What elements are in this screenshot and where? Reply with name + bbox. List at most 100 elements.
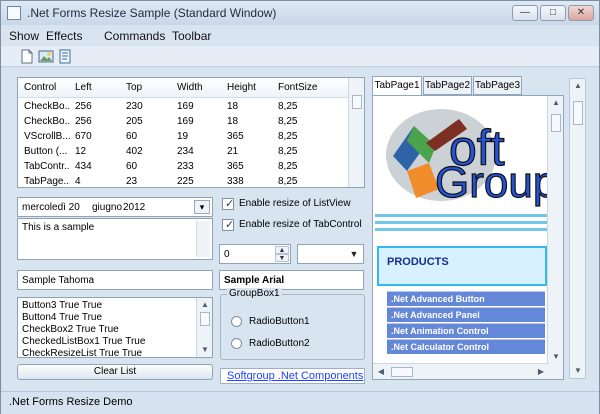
tabpage-horizontal-scrollbar[interactable]: ◀ ▶ xyxy=(373,363,549,379)
list-item[interactable]: CheckBox2 True True xyxy=(22,324,119,335)
table-row[interactable]: VScrollB... 670 60 19 365 8,25 xyxy=(18,130,350,144)
table-cell: Button (... xyxy=(24,146,68,157)
table-row[interactable]: CheckBo... 256 205 169 18 8,25 xyxy=(18,115,350,129)
softgroup-link[interactable]: Softgroup .Net Components xyxy=(227,370,363,382)
radio-circle[interactable] xyxy=(231,316,242,327)
controls-listview[interactable]: Control Left Top Width Height FontSize C… xyxy=(17,77,365,188)
scroll-thumb[interactable] xyxy=(200,312,210,326)
table-cell: 365 xyxy=(227,161,244,172)
table-cell: 60 xyxy=(126,161,138,172)
scroll-up-icon[interactable]: ▲ xyxy=(573,81,583,91)
table-cell: TabContr... xyxy=(24,161,70,172)
menu-toolbar[interactable]: Toolbar xyxy=(172,29,211,43)
tab-page3[interactable]: TabPage3 xyxy=(473,76,522,95)
minimize-button[interactable]: — xyxy=(512,5,538,21)
list-item[interactable]: Button3 True True xyxy=(22,300,102,311)
table-cell: 60 xyxy=(126,131,138,142)
title-bar: .Net Forms Resize Sample (Standard Windo… xyxy=(1,1,599,25)
sample-arial-text: Sample Arial xyxy=(224,275,285,286)
menu-bar: Show Effects Commands Toolbar xyxy=(1,25,599,46)
table-cell: 230 xyxy=(126,101,143,112)
menu-show[interactable]: Show xyxy=(9,29,39,43)
table-cell: 18 xyxy=(227,101,239,112)
combo-box[interactable]: ▼ xyxy=(297,244,364,264)
numeric-value: 0 xyxy=(224,249,230,260)
scroll-thumb[interactable] xyxy=(573,101,583,125)
column-header-control[interactable]: Control xyxy=(24,82,56,93)
table-row[interactable]: CheckBo... 256 230 169 18 8,25 xyxy=(18,100,350,114)
window-title: .Net Forms Resize Sample (Standard Windo… xyxy=(27,6,277,20)
scroll-thumb[interactable] xyxy=(391,367,413,377)
list-item[interactable]: Button4 True True xyxy=(22,312,102,323)
scroll-left-icon[interactable]: ◀ xyxy=(376,367,386,377)
maximize-button[interactable]: □ xyxy=(540,5,566,21)
tab-page1[interactable]: TabPage1 xyxy=(372,76,422,96)
numeric-stepper[interactable]: 0 ▲ ▼ xyxy=(219,244,291,264)
chevron-down-icon[interactable]: ▼ xyxy=(346,246,362,262)
status-bar: .Net Forms Resize Demo xyxy=(1,391,599,414)
column-header-height[interactable]: Height xyxy=(227,82,256,93)
components-link-box: Softgroup .Net Components xyxy=(220,368,365,384)
listbox-scrollbar[interactable]: ▲ ▼ xyxy=(196,298,212,357)
spin-up-icon[interactable]: ▲ xyxy=(275,246,289,254)
date-month: giugno xyxy=(92,202,123,213)
product-advanced-panel[interactable]: .Net Advanced Panel xyxy=(387,307,545,322)
scroll-up-icon[interactable]: ▲ xyxy=(551,98,561,108)
listview-vertical-scrollbar[interactable] xyxy=(348,78,364,187)
column-header-top[interactable]: Top xyxy=(126,82,142,93)
sample-tahoma-field[interactable]: Sample Tahoma xyxy=(17,270,213,290)
scroll-down-icon[interactable]: ▼ xyxy=(573,366,583,376)
scroll-thumb[interactable] xyxy=(352,95,362,109)
tab-page1-panel: oft Group PRODUCTS .Net Advanced Button … xyxy=(372,95,564,380)
sample-arial-field[interactable]: Sample Arial xyxy=(219,270,364,290)
column-header-left[interactable]: Left xyxy=(75,82,92,93)
date-picker[interactable]: mercoledì 20 giugno 2012 ▾ xyxy=(17,197,213,217)
spin-down-icon[interactable]: ▼ xyxy=(275,254,289,262)
textarea-scrollbar[interactable] xyxy=(196,221,210,257)
product-advanced-button[interactable]: .Net Advanced Button xyxy=(387,291,545,306)
table-cell: 8,25 xyxy=(278,161,298,172)
table-row[interactable]: TabContr... 434 60 233 365 8,25 xyxy=(18,160,350,174)
table-cell: 19 xyxy=(177,131,189,142)
table-row[interactable]: Button (... 12 402 234 21 8,25 xyxy=(18,145,350,159)
clear-list-button[interactable]: Clear List xyxy=(17,364,213,380)
list-item[interactable]: CheckedListBox1 True True xyxy=(22,336,145,347)
table-cell: 256 xyxy=(75,101,92,112)
checkbox-box[interactable]: ✓ xyxy=(222,219,234,231)
product-calculator-control[interactable]: .Net Calculator Control xyxy=(387,339,545,354)
status-text: .Net Forms Resize Demo xyxy=(9,396,133,408)
header-stripe xyxy=(375,221,549,224)
checkbox-box[interactable]: ✓ xyxy=(222,198,234,210)
checkbox-label: Enable resize of ListView xyxy=(239,198,351,209)
scroll-up-icon[interactable]: ▲ xyxy=(200,300,210,310)
softgroup-logo: oft Group xyxy=(381,101,558,211)
log-listbox[interactable]: Button3 True True Button4 True True Chec… xyxy=(17,297,213,358)
check-icon: ✓ xyxy=(225,198,235,210)
list-item[interactable]: CheckResizeList True True xyxy=(22,348,142,357)
sample-textarea[interactable]: This is a sample xyxy=(17,218,213,260)
scroll-right-icon[interactable]: ▶ xyxy=(536,367,546,377)
column-header-width[interactable]: Width xyxy=(177,82,203,93)
tabpage-vertical-scrollbar[interactable]: ▲ ▼ xyxy=(547,96,563,379)
scroll-thumb[interactable] xyxy=(551,114,561,132)
radio-circle[interactable] xyxy=(231,338,242,349)
table-row[interactable]: TabPage... 4 23 225 338 8,25 xyxy=(18,175,350,187)
document-text-icon[interactable] xyxy=(57,49,73,64)
application-window: .Net Forms Resize Sample (Standard Windo… xyxy=(0,0,600,414)
image-icon[interactable] xyxy=(38,49,54,64)
scroll-down-icon[interactable]: ▼ xyxy=(551,352,561,362)
menu-effects[interactable]: Effects xyxy=(46,29,82,43)
tab-page2[interactable]: TabPage2 xyxy=(423,76,472,95)
scroll-down-icon[interactable]: ▼ xyxy=(200,345,210,355)
menu-commands[interactable]: Commands xyxy=(104,29,165,43)
close-button[interactable]: ✕ xyxy=(568,5,594,21)
table-cell: VScrollB... xyxy=(24,131,70,142)
radio-label: RadioButton1 xyxy=(249,316,310,327)
table-cell: 4 xyxy=(75,176,81,187)
calendar-icon[interactable]: ▾ xyxy=(194,200,210,214)
product-animation-control[interactable]: .Net Animation Control xyxy=(387,323,545,338)
form-vertical-scrollbar[interactable]: ▲ ▼ xyxy=(569,78,586,379)
new-document-icon[interactable] xyxy=(19,49,35,64)
column-header-fontsize[interactable]: FontSize xyxy=(278,82,317,93)
table-cell: 256 xyxy=(75,116,92,127)
